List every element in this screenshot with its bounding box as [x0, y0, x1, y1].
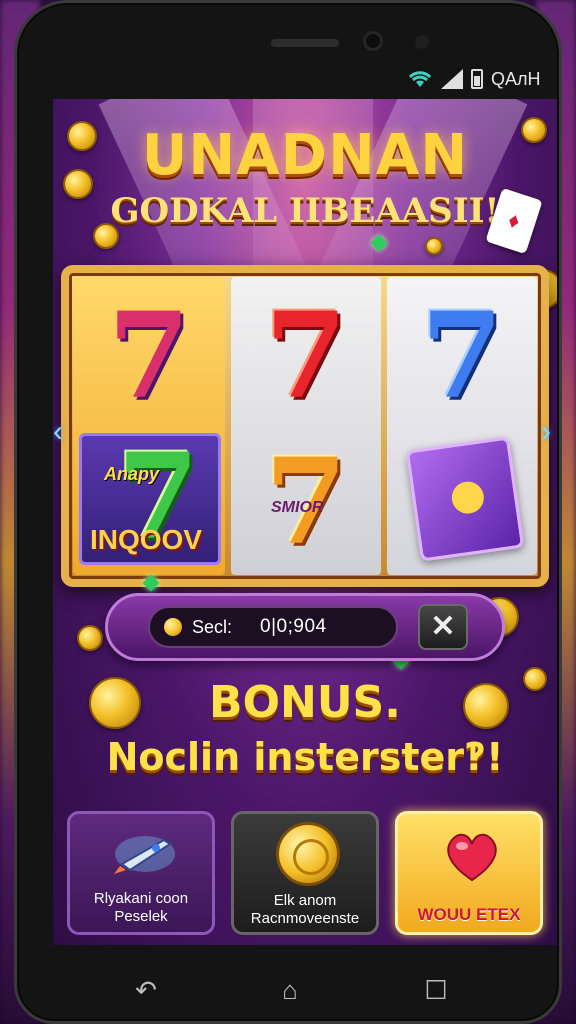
recents-icon[interactable]: ☐ — [419, 973, 453, 1007]
slot-reels: 7 7 Anapy INQOOV 7 7 SMIOR 7 — [61, 265, 549, 587]
card-line1: WOUU ETEX — [417, 905, 521, 924]
game-screen: UNADNAN GODKAL IIBEAASII! ♦ 7 7 Anapy IN… — [53, 99, 557, 945]
battery-icon — [471, 69, 483, 89]
coin-icon — [164, 618, 182, 636]
coin-icon — [276, 822, 340, 886]
system-nav-bar: ↶ ⌂ ☐ — [17, 953, 565, 1023]
seven-symbol: 7 — [107, 286, 191, 425]
phone-frame: QAлH UNADNAN GODKAL IIBEAASII! ♦ 7 7 Ana… — [14, 0, 562, 1024]
coin-decoration — [425, 237, 443, 255]
back-icon[interactable]: ↶ — [129, 973, 163, 1007]
card-line2: Racnmoveenste — [250, 910, 360, 927]
wifi-icon — [408, 71, 432, 87]
tile-big-label: INQOOV — [90, 524, 203, 555]
signal-icon — [441, 69, 463, 89]
bonus-card-coin[interactable]: Elk anom Racnmoveenste — [231, 811, 379, 935]
bet-label: Secl: — [192, 616, 233, 637]
bonus-title: BONUS. — [209, 677, 401, 728]
seven-symbol: 7 — [264, 286, 348, 425]
coin-decoration — [77, 625, 103, 651]
bonus-card-rocket[interactable]: Rlyakani coon Peselek — [67, 811, 215, 935]
close-button[interactable]: ✕ — [418, 604, 468, 650]
home-icon[interactable]: ⌂ — [273, 973, 307, 1007]
bet-value: 0|0;904 — [260, 616, 327, 637]
earpiece-speaker — [271, 39, 339, 47]
game-subtitle: GODKAL IIBEAASII! — [110, 191, 500, 231]
bonus-subtitle: Noclin insterster‽! — [106, 735, 504, 779]
card-line1: Rlyakani coon — [93, 890, 189, 907]
reel-1: 7 7 Anapy INQOOV — [73, 277, 225, 575]
card-line2: Peselek — [114, 908, 168, 925]
reel-2: 7 7 SMIOR — [231, 277, 381, 575]
reel-3: 7 — [387, 277, 537, 575]
game-title: UNADNAN — [141, 123, 469, 188]
card-heart-icon — [449, 479, 486, 516]
chevron-right-icon[interactable]: › — [541, 417, 557, 447]
chevron-left-icon[interactable]: ‹ — [53, 417, 73, 447]
heart-icon — [447, 833, 497, 882]
bonus-tile: 7 Anapy INQOOV — [79, 433, 221, 565]
seven-symbol: 7 — [420, 286, 504, 425]
card-symbol — [405, 436, 525, 562]
proximity-sensor — [415, 35, 429, 49]
card-line1: Elk anom — [273, 892, 337, 909]
bonus-card-heart[interactable]: WOUU ETEX — [395, 811, 543, 935]
gold-seven-label: SMIOR — [271, 499, 324, 516]
status-text: QAлH — [491, 68, 541, 89]
close-icon: ✕ — [430, 610, 456, 643]
bet-field[interactable]: Secl: 0|0;904 — [148, 606, 398, 648]
status-bar: QAлH — [407, 65, 541, 93]
front-camera — [363, 31, 383, 51]
rocket-icon — [114, 836, 175, 874]
bet-bar: Secl: 0|0;904 ✕ — [105, 593, 505, 661]
tile-small-label: Anapy — [104, 464, 160, 484]
